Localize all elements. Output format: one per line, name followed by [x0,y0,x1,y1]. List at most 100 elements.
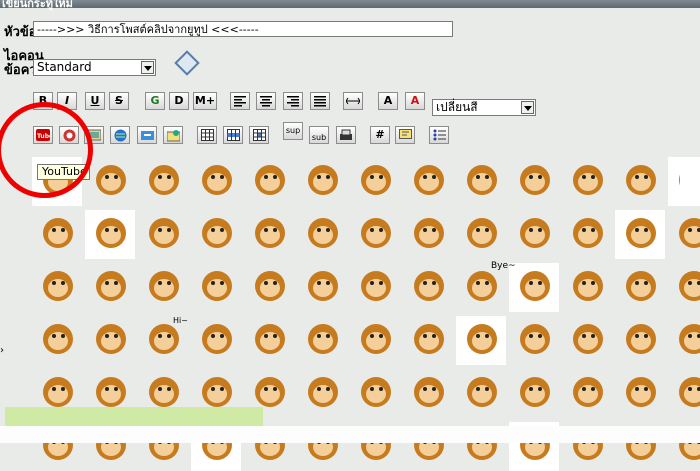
smiley-monkey-icon[interactable] [32,210,82,259]
smiley-monkey-icon[interactable] [403,316,453,365]
superscript-button[interactable]: sup [283,122,303,140]
smiley-monkey-icon[interactable] [350,263,400,312]
code-button[interactable]: # [370,126,390,144]
smiley-monkey-icon[interactable] [191,316,241,365]
smiley-monkey-icon[interactable] [668,316,700,365]
horizontal-rule-icon [346,97,360,105]
smiley-monkey-icon[interactable] [403,210,453,259]
smiley-monkey-icon[interactable] [562,316,612,365]
list-button[interactable] [429,126,449,144]
smiley-monkey-icon[interactable] [615,210,665,259]
smiley-monkey-icon[interactable] [668,263,700,312]
smiley-monkey-icon[interactable] [509,369,559,418]
glow-button[interactable]: G [145,92,165,110]
smiley-monkey-icon[interactable] [562,369,612,418]
smiley-monkey-icon[interactable] [509,157,559,206]
align-right-button[interactable] [283,92,303,110]
smiley-monkey-icon[interactable] [509,210,559,259]
email-button[interactable] [163,126,183,144]
smiley-monkey-icon[interactable] [615,263,665,312]
smiley-monkey-icon[interactable] [244,316,294,365]
smiley-monkey-icon[interactable] [244,263,294,312]
globe-icon [114,129,126,142]
smiley-monkey-icon[interactable] [562,263,612,312]
smiley-monkey-icon[interactable] [138,157,188,206]
smiley-monkey-icon[interactable] [191,263,241,312]
smiley-monkey-icon[interactable] [615,369,665,418]
smiley-monkey-icon[interactable] [403,369,453,418]
underline-button[interactable]: U [85,92,105,110]
hyperlink-button[interactable] [110,126,130,144]
smiley-monkey-icon[interactable] [32,316,82,365]
smiley-monkey-icon[interactable] [85,210,135,259]
align-right-icon [287,96,299,107]
subscript-button[interactable]: sub [309,126,329,144]
footer-strip [0,426,700,443]
smiley-monkey-icon[interactable] [456,316,506,365]
chevron-down-icon[interactable] [141,61,154,74]
smiley-monkey-icon[interactable] [509,263,559,312]
smiley-monkey-icon[interactable] [191,157,241,206]
smiley-monkey-icon[interactable] [562,157,612,206]
message-icon-select[interactable]: Standard [33,59,156,76]
smiley-monkey-icon[interactable] [244,210,294,259]
smiley-monkey-icon[interactable] [350,210,400,259]
smiley-monkey-icon[interactable] [138,210,188,259]
message-icon-preview [174,50,200,76]
typewriter-icon [340,129,352,140]
color-select[interactable]: เปลี่ยนสี [432,99,536,116]
smiley-monkey-icon[interactable] [85,316,135,365]
smiley-monkey-icon[interactable] [85,263,135,312]
smiley-monkey-icon[interactable] [456,369,506,418]
smiley-monkey-icon[interactable] [297,263,347,312]
smiley-monkey-icon[interactable] [456,210,506,259]
align-left-icon [234,96,246,107]
smiley-monkey-icon[interactable] [297,369,347,418]
subject-input[interactable]: ----->>> วิธีการโพสต์คลิปจากยูทูป <<<---… [33,21,453,37]
table-icon [200,129,214,141]
smiley-monkey-icon[interactable] [138,263,188,312]
horizontal-rule-button[interactable] [343,92,363,110]
teletype-button[interactable] [336,126,356,144]
table-cell-icon [252,129,266,141]
align-left-button[interactable] [230,92,250,110]
font-color-button[interactable]: A [405,92,425,110]
smiley-monkey-icon[interactable] [668,369,700,418]
smiley-monkey-icon[interactable] [562,210,612,259]
smiley-monkey-icon[interactable] [297,316,347,365]
smiley-monkey-icon[interactable] [615,157,665,206]
justify-button[interactable] [310,92,330,110]
table-button[interactable] [197,126,217,144]
smiley-monkey-icon[interactable] [668,210,700,259]
smiley-monkey-icon[interactable] [509,316,559,365]
quote-icon [398,129,412,139]
list-icon [433,129,446,141]
smiley-monkey-icon[interactable] [615,316,665,365]
smiley-monkey-icon[interactable] [456,157,506,206]
smiley-monkey-icon[interactable] [32,263,82,312]
smiley-panel-edge [680,157,700,197]
marquee-button[interactable]: M+ [193,92,217,110]
table-row-button[interactable] [223,126,243,144]
table-cell-button[interactable] [249,126,269,144]
smiley-monkey-icon[interactable] [403,157,453,206]
smiley-monkey-icon[interactable] [350,369,400,418]
justify-icon [314,96,326,107]
form-title-bar: เขียนกระทู้ใหม่ [0,0,700,10]
expand-marker[interactable]: › [0,345,4,356]
smiley-monkey-icon[interactable] [403,263,453,312]
font-size-button[interactable]: A [378,92,398,110]
smiley-monkey-icon[interactable] [297,210,347,259]
smiley-monkey-icon[interactable] [244,157,294,206]
strikethrough-button[interactable]: S [109,92,129,110]
smiley-monkey-icon[interactable] [350,157,400,206]
ftp-button[interactable] [137,126,157,144]
quote-button[interactable] [395,126,415,144]
smiley-monkey-icon[interactable] [350,316,400,365]
align-center-button[interactable] [256,92,276,110]
smiley-monkey-icon[interactable] [297,157,347,206]
smiley-monkey-icon[interactable] [191,210,241,259]
smiley-monkey-icon[interactable] [85,157,135,206]
shadow-button[interactable]: D [169,92,189,110]
chevron-down-icon[interactable] [521,101,534,114]
